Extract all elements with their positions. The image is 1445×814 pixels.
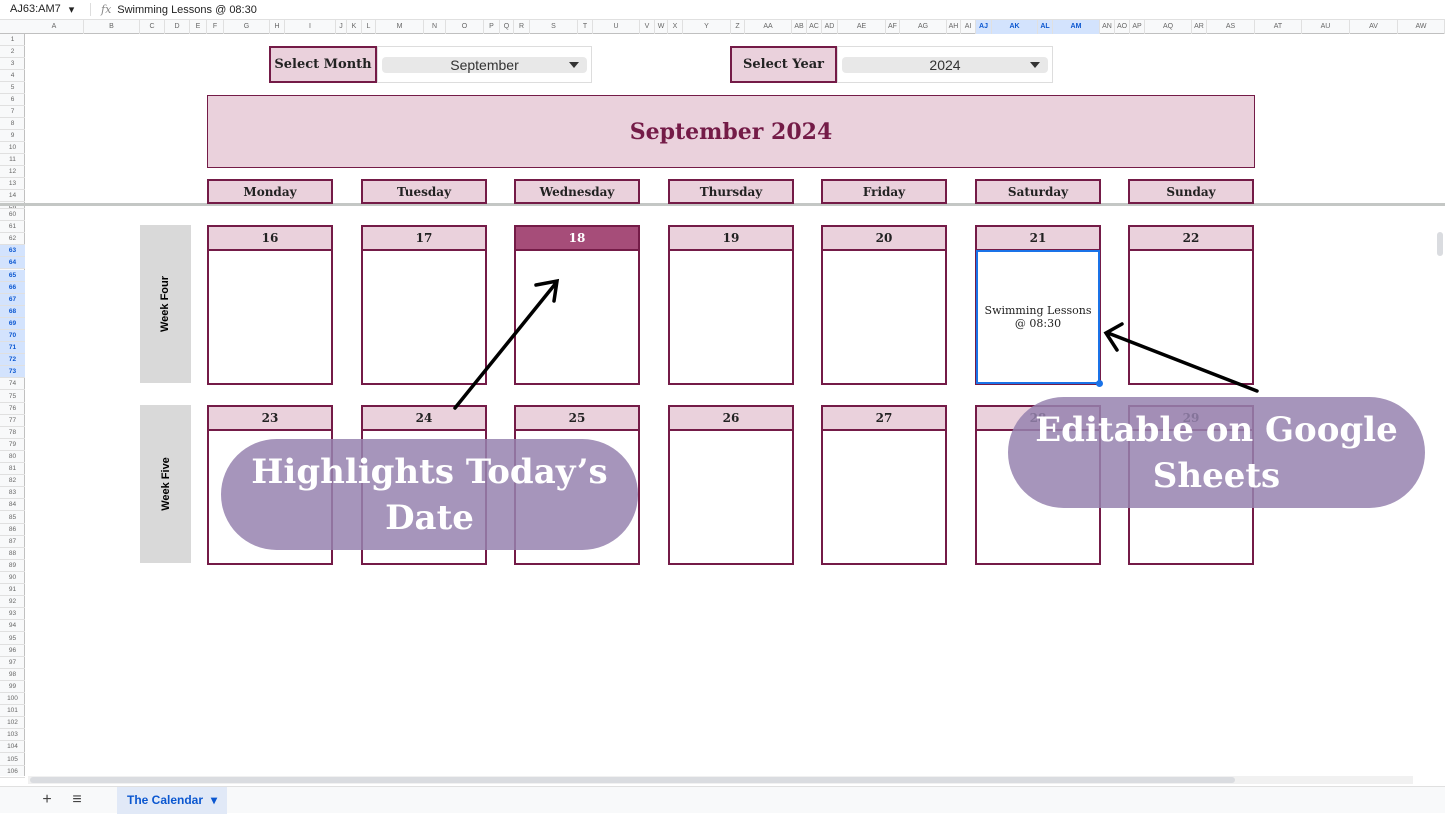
arrow-to-event-icon — [1103, 322, 1259, 393]
horizontal-scrollbar[interactable] — [30, 777, 1235, 783]
arrow-to-today-icon — [453, 278, 560, 410]
callout-editable: Editable on Google Sheets — [1008, 397, 1425, 508]
menu-icon[interactable]: ≡ — [62, 791, 92, 809]
callout-highlights-today: Highlights Today’s Date — [221, 439, 638, 550]
plus-icon[interactable]: + — [32, 791, 62, 809]
sheet-tab-the-calendar[interactable]: The Calendar ▾ — [117, 786, 228, 814]
chevron-down-icon: ▾ — [211, 793, 218, 807]
sheet-tab-bar: + ≡ The Calendar ▾ — [0, 786, 1445, 814]
sheet-tab-label: The Calendar — [127, 793, 204, 807]
vertical-scrollbar[interactable] — [1437, 232, 1443, 256]
